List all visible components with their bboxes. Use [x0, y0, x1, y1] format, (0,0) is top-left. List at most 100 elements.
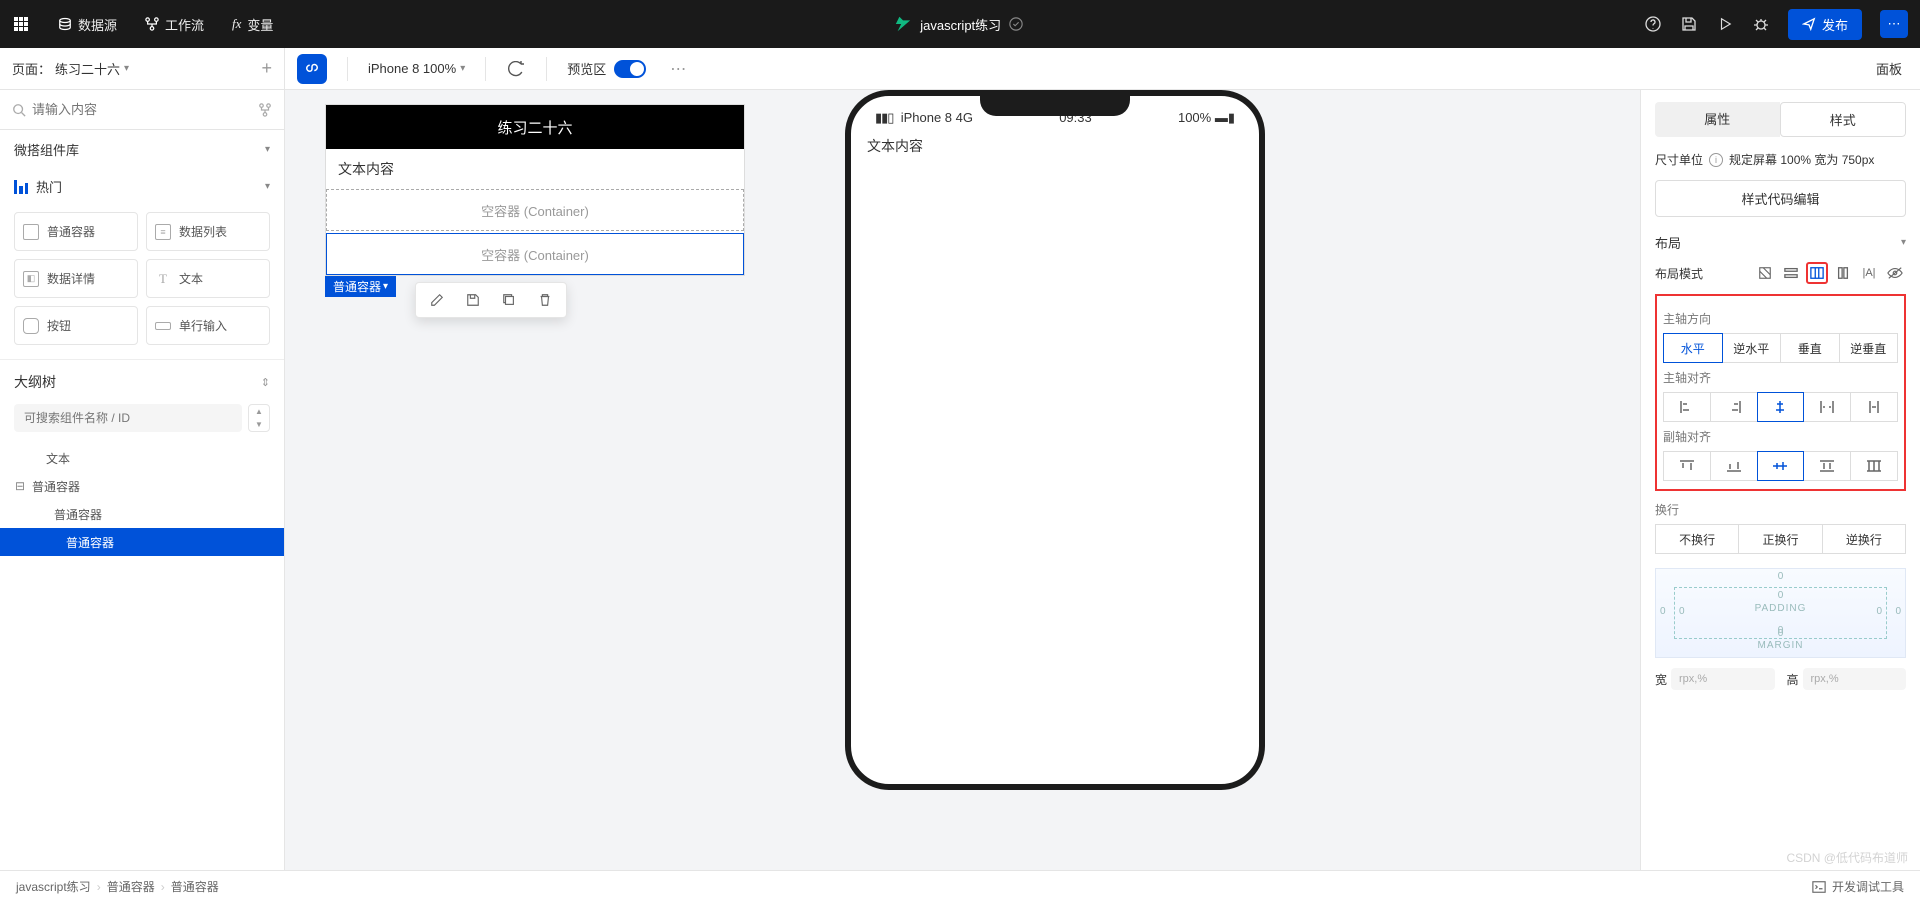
save-action-icon[interactable]: [464, 291, 482, 309]
justify-start[interactable]: [1663, 392, 1711, 422]
page-dropdown[interactable]: 页面： 练习二十六 ▾: [12, 59, 129, 78]
dimensions-row: 宽 rpx,% 高 rpx,%: [1655, 668, 1906, 690]
width-input[interactable]: rpx,%: [1671, 668, 1774, 690]
width-field: 宽 rpx,%: [1655, 668, 1775, 690]
design-text-content[interactable]: 文本内容: [326, 149, 744, 189]
top-left-group: 数据源 工作流 fx 变量: [12, 15, 273, 34]
box-model[interactable]: 0 0 0 0 0 0 0 0 PADDING MARGIN: [1655, 568, 1906, 658]
preview-toggle[interactable]: [614, 60, 646, 78]
outline-tree: 文本 ⊟普通容器 普通容器 普通容器: [0, 440, 284, 560]
justify-end[interactable]: [1710, 392, 1758, 422]
crumb-project[interactable]: javascript练习: [16, 878, 91, 895]
menu-data-source[interactable]: 数据源: [58, 15, 117, 34]
hierarchy-icon[interactable]: [258, 103, 272, 117]
more-button[interactable]: ⋯: [1880, 10, 1908, 38]
crumb-container-1[interactable]: 普通容器: [107, 878, 155, 895]
miniprogram-icon[interactable]: [297, 54, 327, 84]
page-selector: 页面： 练习二十六 ▾ +: [0, 48, 285, 89]
component-text[interactable]: T文本: [146, 259, 270, 298]
menu-workflow[interactable]: 工作流: [145, 15, 204, 34]
align-baseline[interactable]: [1850, 451, 1898, 481]
page-label-prefix: 页面：: [12, 59, 51, 78]
align-start[interactable]: [1663, 451, 1711, 481]
menu-variable[interactable]: fx 变量: [232, 15, 273, 34]
design-page-title: 练习二十六: [326, 105, 744, 149]
more-options[interactable]: ⋯: [658, 59, 698, 79]
outline-search-input[interactable]: [14, 404, 242, 432]
layout-mode-hidden[interactable]: [1884, 262, 1906, 284]
justify-between[interactable]: [1803, 392, 1851, 422]
margin-label: MARGIN: [1758, 640, 1804, 651]
save-icon[interactable]: [1680, 15, 1698, 33]
align-center[interactable]: [1757, 451, 1805, 481]
width-label: 宽: [1655, 671, 1667, 688]
debug-tool-label: 开发调试工具: [1832, 878, 1904, 895]
panel-toggle[interactable]: 面板: [1858, 59, 1920, 78]
layout-mode-block[interactable]: [1780, 262, 1802, 284]
tree-node-text[interactable]: 文本: [0, 444, 284, 472]
selection-tag[interactable]: 普通容器 ▾: [325, 276, 396, 297]
pencil-icon[interactable]: [428, 291, 446, 309]
justify-around[interactable]: [1850, 392, 1898, 422]
main-axis-dir-label: 主轴方向: [1663, 310, 1898, 327]
component-lib-header[interactable]: 微搭组件库 ▾: [0, 130, 284, 169]
layout-section-title[interactable]: 布局 ▾: [1655, 233, 1906, 252]
outline-nav-stepper[interactable]: ▲▼: [248, 404, 270, 432]
tree-node-container-3[interactable]: 普通容器: [0, 528, 284, 556]
lib-title: 微搭组件库: [14, 140, 79, 159]
help-icon[interactable]: [1644, 15, 1662, 33]
tab-style[interactable]: 样式: [1780, 102, 1907, 137]
action-popup: [415, 282, 567, 318]
search-input[interactable]: [26, 102, 258, 117]
component-button[interactable]: 按钮: [14, 306, 138, 345]
play-icon[interactable]: [1716, 15, 1734, 33]
component-input[interactable]: 单行输入: [146, 306, 270, 345]
fx-icon: fx: [232, 16, 241, 32]
debug-tool-button[interactable]: 开发调试工具: [1812, 878, 1904, 895]
tree-node-container-1[interactable]: ⊟普通容器: [0, 472, 284, 500]
dir-vertical-reverse[interactable]: 逆垂直: [1839, 333, 1899, 363]
cross-axis-align-label: 副轴对齐: [1663, 428, 1898, 445]
device-selector[interactable]: iPhone 8 100% ▾: [356, 61, 477, 76]
dir-horizontal-reverse[interactable]: 逆水平: [1722, 333, 1782, 363]
component-data-detail[interactable]: ◧数据详情: [14, 259, 138, 298]
component-data-list[interactable]: ≡数据列表: [146, 212, 270, 251]
justify-center[interactable]: [1757, 392, 1805, 422]
tab-attributes[interactable]: 属性: [1655, 102, 1780, 137]
align-end[interactable]: [1710, 451, 1758, 481]
refresh-button[interactable]: [494, 61, 538, 77]
publish-button[interactable]: 发布: [1788, 9, 1862, 40]
layout-mode-default[interactable]: [1754, 262, 1776, 284]
style-code-button[interactable]: 样式代码编辑: [1655, 180, 1906, 217]
collapse-icon[interactable]: ⇕: [261, 376, 270, 389]
wrap-wrap[interactable]: 正换行: [1738, 524, 1822, 554]
size-unit-label: 尺寸单位: [1655, 151, 1703, 168]
align-stretch[interactable]: [1803, 451, 1851, 481]
trash-icon[interactable]: [536, 291, 554, 309]
height-input[interactable]: rpx,%: [1803, 668, 1906, 690]
dir-horizontal[interactable]: 水平: [1663, 333, 1723, 363]
menu-workflow-label: 工作流: [165, 15, 204, 34]
wrap-label: 换行: [1655, 501, 1906, 518]
container-placeholder-selected[interactable]: 空容器 (Container): [326, 233, 744, 275]
layout-mode-flex[interactable]: [1806, 262, 1828, 284]
add-page-button[interactable]: +: [261, 58, 272, 79]
wrap-nowrap[interactable]: 不换行: [1655, 524, 1739, 554]
cross-axis-align-group: [1663, 451, 1898, 481]
info-icon[interactable]: i: [1709, 153, 1723, 167]
hot-category[interactable]: 热门 ▾: [0, 169, 284, 204]
canvas-area[interactable]: 练习二十六 文本内容 空容器 (Container) 空容器 (Containe…: [285, 90, 1640, 870]
crumb-container-2[interactable]: 普通容器: [171, 878, 219, 895]
wrap-reverse[interactable]: 逆换行: [1822, 524, 1906, 554]
copy-icon[interactable]: [500, 291, 518, 309]
layout-mode-inline[interactable]: [1832, 262, 1854, 284]
dir-vertical[interactable]: 垂直: [1780, 333, 1840, 363]
height-field: 高 rpx,%: [1787, 668, 1907, 690]
layout-mode-text[interactable]: |A|: [1858, 262, 1880, 284]
apps-grid-icon[interactable]: [12, 15, 30, 33]
tree-node-container-2[interactable]: 普通容器: [0, 500, 284, 528]
container-placeholder-1[interactable]: 空容器 (Container): [326, 189, 744, 231]
page-name: 练习二十六: [55, 59, 120, 78]
component-container[interactable]: 普通容器: [14, 212, 138, 251]
bug-icon[interactable]: [1752, 15, 1770, 33]
